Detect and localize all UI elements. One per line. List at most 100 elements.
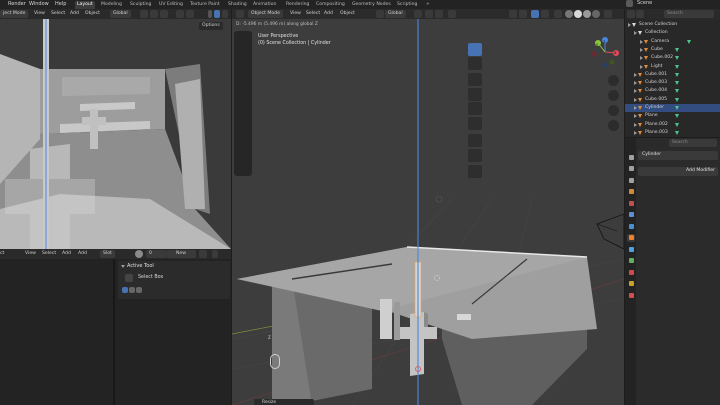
expand-icon[interactable]	[634, 72, 637, 77]
pin-icon[interactable]	[199, 250, 207, 258]
transform-tool-button[interactable]	[468, 117, 482, 130]
material-shading-icon[interactable]	[583, 10, 591, 18]
solid-shading-icon[interactable]	[214, 10, 220, 18]
object-name-field[interactable]: Cylinder	[638, 151, 718, 160]
menu-help[interactable]: Help	[54, 1, 67, 8]
scene-tab-icon[interactable]	[627, 199, 635, 207]
outliner-row[interactable]: Collection	[625, 29, 720, 37]
dropdown-icon[interactable]	[212, 250, 218, 258]
new-button[interactable]: New	[166, 250, 196, 258]
zoom-icon[interactable]	[608, 75, 619, 86]
expand-icon[interactable]	[640, 39, 643, 44]
render-tab-icon[interactable]	[627, 165, 635, 173]
tab-compositing[interactable]: Compositing	[314, 1, 347, 9]
add-cube-tool-button[interactable]	[468, 165, 482, 178]
proportional-editing-icon[interactable]	[448, 10, 456, 18]
overlays-icon[interactable]	[531, 10, 539, 18]
menu-select[interactable]: Select	[51, 10, 65, 18]
mesh-data-icon[interactable]	[675, 97, 679, 102]
world-tab-icon[interactable]	[627, 211, 635, 219]
outliner-row[interactable]: Cube.003	[625, 79, 720, 87]
properties-search-input[interactable]: Search	[669, 139, 717, 147]
pan-hand-icon[interactable]	[608, 90, 619, 101]
options-button[interactable]: Options	[199, 22, 223, 30]
outliner-row[interactable]: Plane.002	[625, 121, 720, 129]
measure-tool-button[interactable]	[468, 149, 482, 162]
mesh-data-icon[interactable]	[675, 72, 679, 77]
view-layer-tab-icon[interactable]	[627, 188, 635, 196]
last-operator-panel[interactable]: Resize	[254, 399, 314, 405]
expand-icon[interactable]	[634, 130, 637, 135]
constraints-tab-icon[interactable]	[627, 268, 635, 276]
particles-tab-icon[interactable]	[627, 245, 635, 253]
expand-icon[interactable]	[634, 106, 637, 110]
physics-tab-icon[interactable]	[627, 257, 635, 265]
mesh-data-icon[interactable]	[675, 122, 679, 127]
outliner-row[interactable]: Plane	[625, 112, 720, 120]
left-viewport[interactable]: ject Mode View Select Add Object Global …	[0, 9, 231, 249]
perspective-toggle-icon[interactable]	[608, 120, 619, 131]
editor-type-dropdown[interactable]: ct	[0, 250, 4, 258]
outliner-row[interactable]: Cube	[625, 46, 720, 54]
orientation-dropdown[interactable]: Global	[110, 10, 131, 18]
outliner-row[interactable]: Plane.003	[625, 129, 720, 137]
cursor-tool-button[interactable]	[468, 57, 482, 70]
expand-icon[interactable]	[634, 122, 637, 127]
transform-orientation-icon[interactable]	[376, 10, 384, 18]
shading-icon[interactable]	[186, 10, 194, 18]
move-tool-button[interactable]	[468, 73, 482, 86]
orientation-dropdown[interactable]: Global	[385, 10, 406, 18]
scale-tool-button[interactable]	[468, 102, 482, 115]
add-modifier-button[interactable]: Add Modifier	[638, 167, 718, 176]
mesh-data-icon[interactable]	[675, 64, 679, 69]
mesh-data-icon[interactable]	[675, 81, 679, 86]
mesh-data-icon[interactable]	[675, 114, 679, 119]
slot-dropdown[interactable]: Slot	[100, 250, 115, 258]
tab-rendering[interactable]: Rendering	[284, 1, 311, 9]
outliner-row[interactable]: Light	[625, 63, 720, 71]
gizmo-icon[interactable]	[519, 10, 527, 18]
slot-field[interactable]: 0	[146, 250, 166, 258]
menu-view[interactable]: View	[25, 250, 36, 258]
expand-icon[interactable]	[640, 47, 643, 52]
wireframe-shading-icon[interactable]	[565, 10, 573, 18]
material-icon[interactable]	[135, 250, 143, 258]
menu-render[interactable]: Render	[7, 1, 27, 8]
editor-type-icon[interactable]	[236, 10, 244, 18]
menu-window[interactable]: Window	[28, 1, 50, 8]
mode-subtract-icon[interactable]	[136, 287, 142, 293]
menu-add-2[interactable]: Add	[78, 250, 87, 258]
mesh-data-icon[interactable]	[675, 89, 679, 94]
snap-icon[interactable]	[150, 10, 158, 18]
expand-icon[interactable]	[634, 89, 637, 94]
overlays-dropdown-icon[interactable]	[541, 10, 549, 18]
tab-scripting[interactable]: Scripting	[395, 1, 419, 9]
expand-icon[interactable]	[640, 56, 643, 61]
menu-object[interactable]: Object	[85, 10, 100, 18]
visibility-icon[interactable]	[509, 10, 517, 18]
menu-select[interactable]: Select	[306, 10, 320, 18]
main-viewport[interactable]: Object Mode View Select Add Object Globa…	[232, 9, 624, 405]
menu-view[interactable]: View	[34, 10, 45, 18]
outliner-row[interactable]: Cube.002	[625, 54, 720, 62]
mode-set-icon[interactable]	[122, 287, 128, 293]
mesh-data-icon[interactable]	[675, 130, 679, 135]
outliner-row[interactable]: Camera	[625, 38, 720, 46]
collapse-icon[interactable]	[121, 265, 125, 268]
menu-select[interactable]: Select	[42, 250, 56, 258]
proportional-icon[interactable]	[160, 10, 168, 18]
outliner-search-input[interactable]: Search	[664, 10, 714, 18]
xray-icon[interactable]	[554, 10, 562, 18]
snap-icon[interactable]	[425, 10, 433, 18]
mode-dropdown[interactable]: Object Mode	[248, 10, 283, 18]
pivot-icon[interactable]	[140, 10, 148, 18]
rotate-tool-button[interactable]	[468, 88, 482, 101]
mode-extend-icon[interactable]	[129, 287, 135, 293]
tab-uv-editing[interactable]: UV Editing	[157, 1, 185, 9]
outliner-row[interactable]: Cube.001	[625, 71, 720, 79]
material-tab-icon[interactable]	[627, 291, 635, 299]
tab-layout[interactable]: Layout	[75, 1, 95, 9]
expand-icon[interactable]	[634, 81, 637, 86]
tab-texture-paint[interactable]: Texture Paint	[188, 1, 222, 9]
scene-icon[interactable]	[626, 0, 633, 7]
